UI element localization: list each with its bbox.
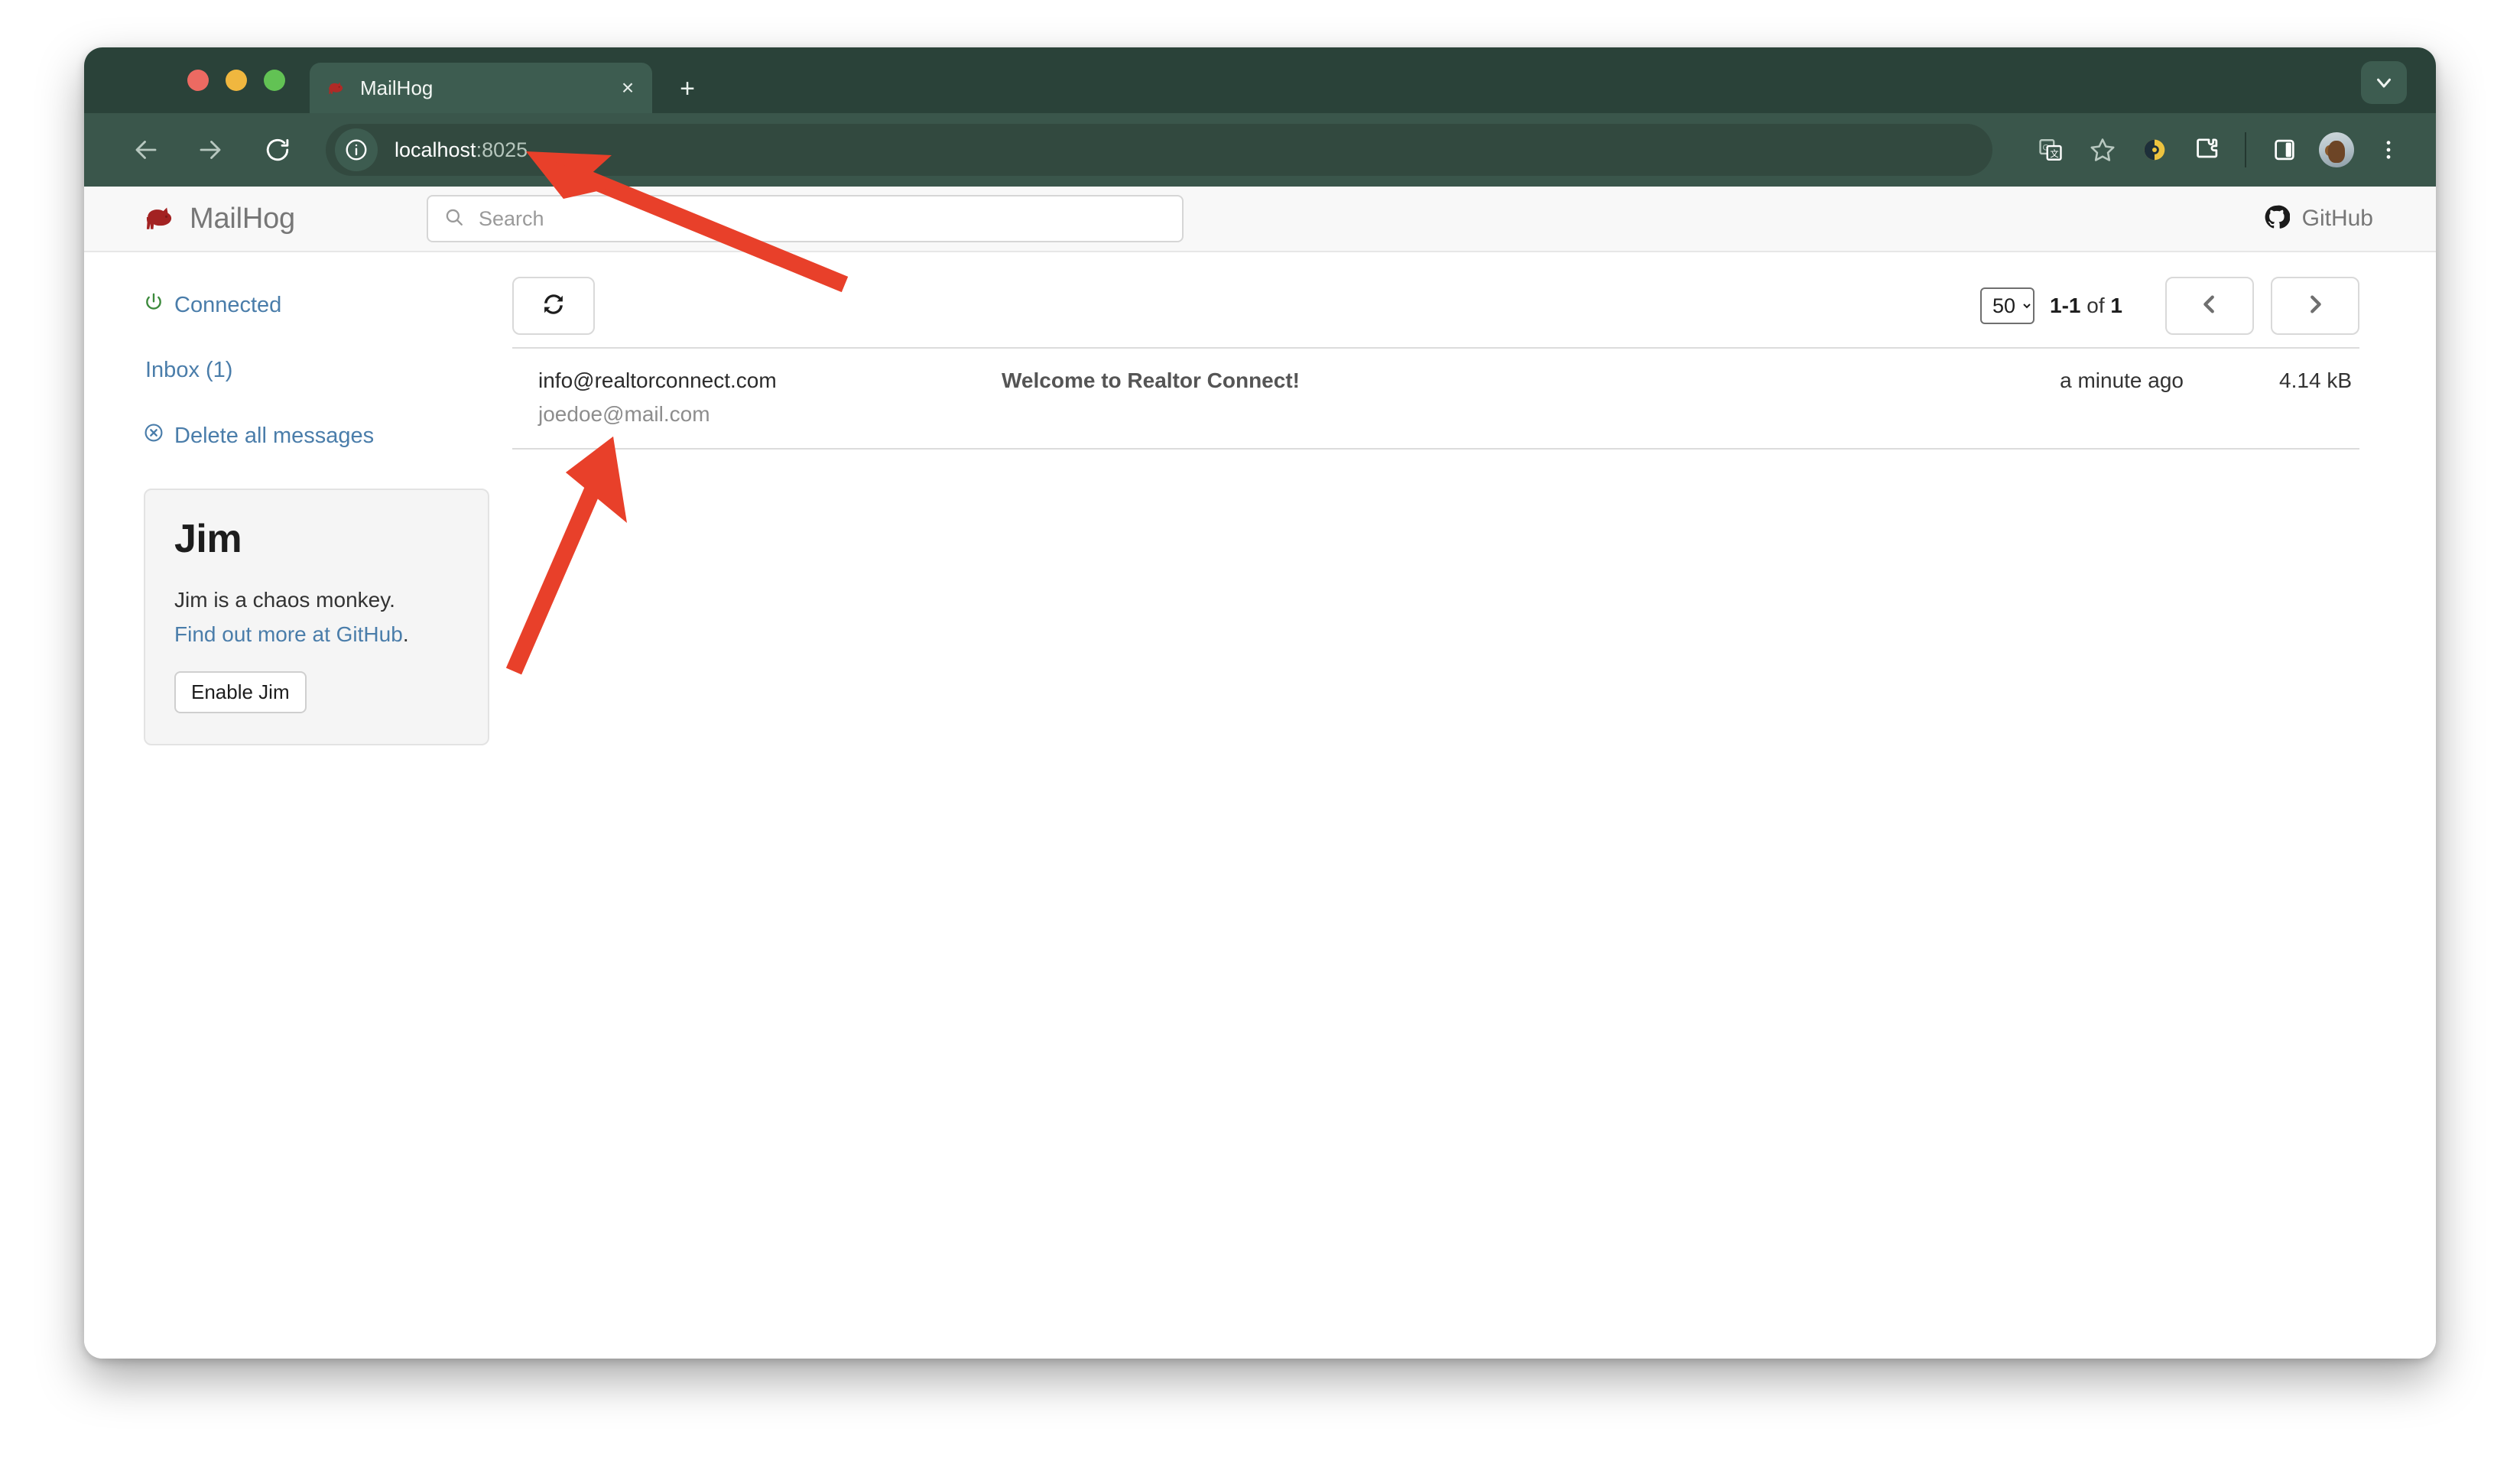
- message-from: info@realtorconnect.com: [538, 368, 1002, 393]
- jim-link-suffix: .: [403, 622, 409, 646]
- side-panel-icon[interactable]: [2260, 125, 2309, 174]
- app-body: Connected Inbox (1) Delete all messages: [84, 252, 2436, 745]
- url-port: :8025: [476, 138, 528, 161]
- app-brand[interactable]: MailHog: [121, 201, 427, 237]
- github-icon: [2264, 204, 2290, 234]
- url-text: localhost:8025: [395, 138, 528, 162]
- app-header: MailHog GitHub: [84, 187, 2436, 252]
- message-size: 4.14 kB: [2184, 368, 2359, 393]
- chevron-left-icon: [2198, 293, 2221, 320]
- pagination: 50 1-1 of 1: [1980, 277, 2359, 335]
- app-brand-name: MailHog: [190, 203, 295, 235]
- power-icon: [144, 292, 164, 318]
- browser-window: MailHog × +: [84, 47, 2436, 1359]
- message-addresses: info@realtorconnect.com joedoe@mail.com: [512, 368, 1002, 427]
- table-row[interactable]: info@realtorconnect.com joedoe@mail.com …: [512, 349, 2359, 450]
- browser-toolbar: localhost:8025 G 文: [84, 113, 2436, 187]
- jim-link-line: Find out more at GitHub.: [174, 622, 459, 647]
- github-label: GitHub: [2302, 206, 2373, 232]
- next-page-button[interactable]: [2271, 277, 2359, 335]
- tab-list-chevron-down-icon[interactable]: [2361, 61, 2407, 104]
- pig-icon: [326, 78, 346, 98]
- url-host: localhost: [395, 138, 476, 161]
- sidebar-item-connected-label: Connected: [174, 293, 281, 318]
- list-toolbar: 50 1-1 of 1: [512, 252, 2359, 335]
- chevron-right-icon: [2304, 293, 2327, 320]
- refresh-sync-icon: [541, 291, 567, 321]
- browser-tab-strip: MailHog × +: [84, 47, 2436, 113]
- sidebar-item-connected[interactable]: Connected: [144, 292, 512, 318]
- search-input[interactable]: [477, 206, 1167, 232]
- jim-title: Jim: [174, 516, 459, 562]
- bookmark-star-icon[interactable]: [2078, 125, 2127, 174]
- window-controls: [187, 47, 285, 113]
- message-list: info@realtorconnect.com joedoe@mail.com …: [512, 347, 2359, 450]
- puzzle-extensions-icon[interactable]: [2182, 125, 2231, 174]
- sidebar-item-delete-all-label: Delete all messages: [174, 424, 374, 449]
- three-dot-menu-icon[interactable]: [2364, 125, 2413, 174]
- page-viewport: MailHog GitHub: [84, 187, 2436, 1359]
- toolbar-actions: G 文: [2026, 125, 2413, 174]
- message-to: joedoe@mail.com: [538, 402, 1002, 427]
- jim-github-link[interactable]: Find out more at GitHub: [174, 622, 403, 646]
- jim-description: Jim is a chaos monkey.: [174, 585, 459, 616]
- message-subject: Welcome to Realtor Connect!: [1002, 368, 1908, 393]
- sidebar: Connected Inbox (1) Delete all messages: [84, 252, 512, 745]
- translate-icon[interactable]: G 文: [2026, 125, 2075, 174]
- pig-icon: [144, 201, 176, 237]
- pagination-of-label: of: [2086, 294, 2104, 317]
- sidebar-item-inbox-label: Inbox (1): [145, 358, 232, 383]
- search-box[interactable]: [427, 195, 1184, 242]
- pagination-total-value: 1: [2110, 294, 2122, 317]
- enable-jim-button[interactable]: Enable Jim: [174, 671, 307, 713]
- minimize-window-button[interactable]: [226, 70, 247, 91]
- main-content: 50 1-1 of 1: [512, 252, 2436, 450]
- info-circle-icon[interactable]: [335, 128, 378, 171]
- message-time: a minute ago: [1908, 368, 2184, 393]
- sidebar-item-inbox[interactable]: Inbox (1): [144, 358, 512, 383]
- refresh-button[interactable]: [512, 277, 595, 335]
- extension-badge-icon[interactable]: [2130, 125, 2179, 174]
- profile-avatar[interactable]: [2312, 125, 2361, 174]
- pagination-range: 1-1 of 1: [2050, 294, 2122, 318]
- sidebar-item-delete-all[interactable]: Delete all messages: [144, 423, 512, 449]
- arrow-left-icon[interactable]: [121, 125, 171, 175]
- browser-tab-title: MailHog: [360, 76, 611, 100]
- search-icon: [443, 206, 465, 232]
- url-bar[interactable]: localhost:8025: [326, 124, 1992, 176]
- reload-icon[interactable]: [252, 125, 303, 175]
- arrow-right-icon[interactable]: [185, 125, 235, 175]
- toolbar-divider: [2245, 132, 2246, 167]
- page-size-select[interactable]: 50: [1980, 287, 2035, 324]
- browser-tab-mailhog[interactable]: MailHog ×: [310, 63, 652, 113]
- github-link[interactable]: GitHub: [2264, 204, 2399, 234]
- avatar: [2319, 132, 2354, 167]
- svg-text:文: 文: [2050, 148, 2058, 159]
- close-tab-button[interactable]: ×: [611, 71, 645, 105]
- close-window-button[interactable]: [187, 70, 209, 91]
- previous-page-button[interactable]: [2165, 277, 2254, 335]
- pagination-range-value: 1-1: [2050, 294, 2080, 317]
- jim-panel: Jim Jim is a chaos monkey. Find out more…: [144, 489, 489, 745]
- circle-x-icon: [144, 423, 164, 449]
- maximize-window-button[interactable]: [264, 70, 285, 91]
- new-tab-button[interactable]: +: [669, 70, 706, 107]
